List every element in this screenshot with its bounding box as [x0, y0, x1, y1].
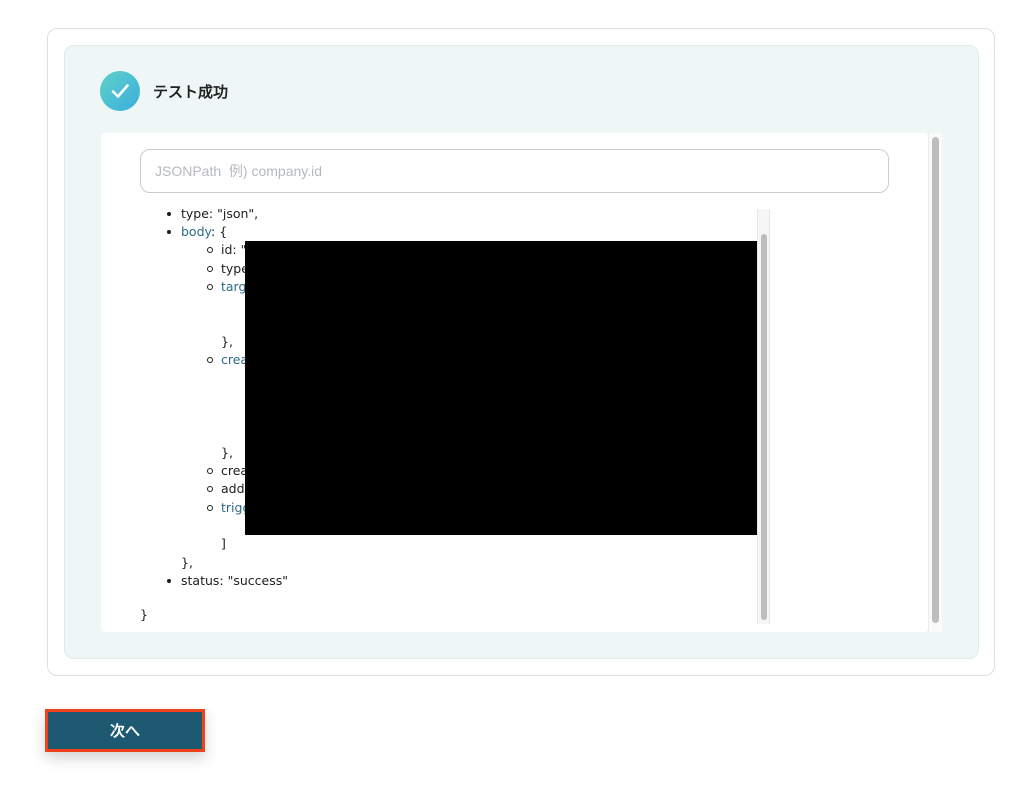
redacted-block	[245, 241, 757, 535]
tree-close-brace: },	[221, 444, 233, 462]
tree-item-text: id: "	[221, 242, 247, 257]
tree-key-body[interactable]: body	[181, 224, 211, 239]
tree-item-text: status: "success"	[181, 573, 288, 588]
tree-item-type: type: "json",	[166, 209, 259, 223]
tree-item-status: status: "success"	[167, 572, 288, 590]
tree-close-brace: },	[221, 333, 233, 351]
tree-item-text: },	[221, 334, 233, 349]
tree-root-close: }	[140, 606, 148, 624]
tree-item-body[interactable]: body: {	[166, 223, 228, 241]
tree-item-text: }	[140, 607, 148, 622]
tree-item-text: },	[221, 445, 233, 460]
tree-item-text: ]	[221, 536, 226, 551]
test-status: テスト成功	[100, 71, 228, 111]
output-scrollbar-thumb[interactable]	[932, 137, 939, 623]
status-label: テスト成功	[153, 82, 229, 101]
tree-item-text: },	[181, 555, 193, 570]
next-button[interactable]: 次へ	[45, 709, 205, 752]
tree-item-text: type: "json",	[181, 209, 259, 221]
tree-item-text: : {	[211, 224, 228, 239]
tree-close-brace: },	[181, 554, 193, 572]
success-check-icon	[100, 71, 140, 111]
tree-item-target[interactable]: targ	[206, 278, 246, 296]
tree-scrollbar[interactable]	[757, 209, 770, 624]
output-scrollbar[interactable]	[928, 133, 942, 632]
tree-close-bracket: ]	[221, 535, 226, 553]
tree-key-target[interactable]: targ	[221, 279, 246, 294]
tree-scrollbar-thumb[interactable]	[761, 234, 767, 620]
jsonpath-search-input[interactable]	[140, 149, 889, 193]
tree-item-id: id: "	[206, 241, 247, 259]
